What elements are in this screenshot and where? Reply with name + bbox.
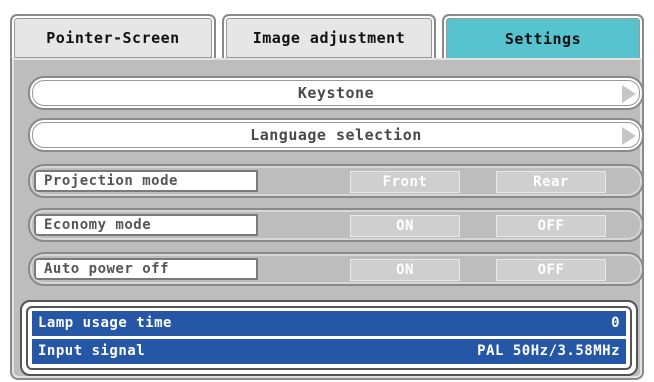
- projection-mode-row: Projection mode Front Rear: [28, 164, 644, 198]
- input-signal-row: Input signal PAL 50Hz/3.58MHz: [32, 339, 626, 364]
- projection-mode-label: Projection mode: [34, 170, 258, 192]
- language-selection-label: Language selection: [250, 126, 422, 144]
- lamp-usage-value: 0: [611, 315, 620, 331]
- lamp-usage-label: Lamp usage time: [38, 315, 172, 331]
- tab-label: Pointer-Screen: [46, 29, 180, 47]
- projection-front-button[interactable]: Front: [350, 171, 460, 193]
- arrow-right-icon: [622, 85, 636, 103]
- economy-off-button[interactable]: OFF: [496, 215, 606, 237]
- status-info-box: Lamp usage time 0 Input signal PAL 50Hz/…: [20, 300, 638, 376]
- auto-power-off-label: Auto power off: [34, 258, 258, 280]
- tab-image-adjustment[interactable]: Image adjustment: [222, 14, 436, 60]
- projection-rear-button[interactable]: Rear: [496, 171, 606, 193]
- tab-label: Settings: [504, 30, 582, 48]
- auto-power-off-row: Auto power off ON OFF: [28, 252, 644, 286]
- language-selection-button[interactable]: Language selection: [28, 118, 644, 152]
- keystone-label: Keystone: [297, 84, 375, 102]
- input-signal-value: PAL 50Hz/3.58MHz: [477, 343, 620, 359]
- input-signal-label: Input signal: [38, 343, 146, 359]
- tab-label: Image adjustment: [252, 29, 406, 47]
- arrow-right-icon: [622, 127, 636, 145]
- economy-on-button[interactable]: ON: [350, 215, 460, 237]
- economy-mode-row: Economy mode ON OFF: [28, 208, 644, 242]
- economy-mode-label: Economy mode: [34, 214, 258, 236]
- lamp-usage-row: Lamp usage time 0: [32, 311, 626, 336]
- keystone-button[interactable]: Keystone: [28, 76, 644, 110]
- tab-pointer-screen[interactable]: Pointer-Screen: [10, 14, 216, 60]
- auto-power-off-button[interactable]: OFF: [496, 259, 606, 281]
- auto-power-on-button[interactable]: ON: [350, 259, 460, 281]
- tab-settings[interactable]: Settings: [442, 14, 644, 62]
- status-info-inner: Lamp usage time 0 Input signal PAL 50Hz/…: [26, 306, 632, 370]
